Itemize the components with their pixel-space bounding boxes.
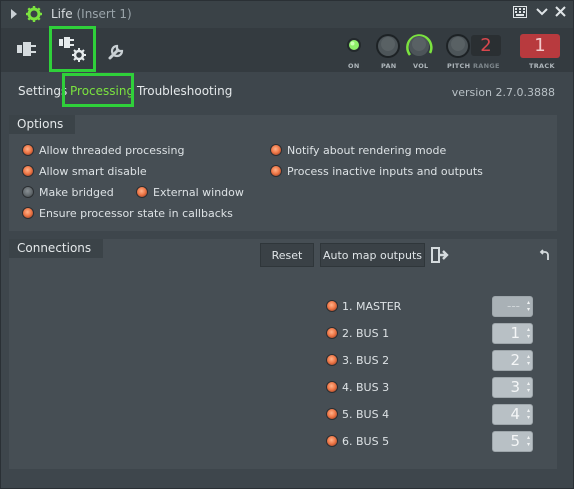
option-smart-disable[interactable]: Allow smart disable: [23, 165, 147, 179]
track-badge[interactable]: 1: [520, 34, 560, 58]
led-icon: [327, 409, 337, 419]
led-icon: [137, 187, 147, 197]
led-icon: [23, 208, 33, 218]
reset-button[interactable]: Reset: [260, 243, 314, 267]
pan-label: PAN: [381, 62, 397, 70]
version-text: version 2.7.0.3888: [451, 86, 555, 99]
keyboard-icon[interactable]: [512, 6, 528, 22]
output-row-master[interactable]: 1. MASTER: [327, 300, 401, 314]
led-icon: [327, 328, 337, 338]
pitch-label: PITCH: [447, 62, 471, 70]
plug-icon[interactable]: [17, 39, 41, 59]
auto-map-outputs-button[interactable]: Auto map outputs: [320, 243, 425, 267]
option-process-inactive[interactable]: Process inactive inputs and outputs: [271, 165, 483, 179]
led-icon: [327, 436, 337, 446]
vol-knob[interactable]: [404, 31, 434, 61]
pitch-knob[interactable]: [445, 33, 471, 59]
output-stepper-bus3[interactable]: 3: [492, 377, 533, 398]
option-notify-render[interactable]: Notify about rendering mode: [271, 144, 446, 158]
range-value[interactable]: 2: [471, 35, 501, 56]
chevron-down-icon[interactable]: [534, 6, 550, 22]
output-row-bus2[interactable]: 3. BUS 2: [327, 354, 389, 368]
led-icon: [327, 301, 337, 311]
output-stepper-bus2[interactable]: 2: [492, 350, 533, 371]
output-stepper-master[interactable]: ---: [492, 296, 533, 317]
tab-troubleshooting[interactable]: Troubleshooting: [137, 84, 232, 98]
option-ensure-state[interactable]: Ensure processor state in callbacks: [23, 207, 233, 221]
led-icon: [327, 382, 337, 392]
gear-icon: [26, 6, 42, 22]
led-icon: [23, 166, 33, 176]
undo-icon[interactable]: [539, 249, 551, 261]
collapse-arrow-icon[interactable]: [11, 9, 17, 19]
options-panel: Options Allow threaded processing Allow …: [9, 115, 557, 231]
connections-title: Connections: [9, 239, 104, 258]
output-row-bus3[interactable]: 4. BUS 3: [327, 381, 389, 395]
led-off-icon: [23, 187, 33, 197]
range-label: RANGE: [473, 62, 500, 70]
processing-tab-highlight: [62, 73, 134, 107]
close-icon[interactable]: [552, 6, 568, 22]
track-label: TRACK: [529, 62, 555, 70]
connections-panel: Connections Reset Auto map outputs: [9, 239, 557, 469]
output-stepper-bus4[interactable]: 4: [492, 404, 533, 425]
vol-label: VOL: [413, 62, 429, 70]
options-title: Options: [9, 115, 76, 134]
on-label: ON: [348, 62, 360, 70]
option-threaded[interactable]: Allow threaded processing: [23, 144, 184, 158]
output-row-bus4[interactable]: 5. BUS 4: [327, 408, 389, 422]
plugin-window: Life (Insert 1) ON PAN VOL 2 PITCH RANGE…: [0, 0, 574, 489]
wrench-icon[interactable]: [107, 39, 129, 61]
output-stepper-bus1[interactable]: 1: [492, 323, 533, 344]
option-bridged[interactable]: Make bridged: [23, 186, 114, 200]
window-title: Life (Insert 1): [51, 7, 132, 21]
output-row-bus1[interactable]: 2. BUS 1: [327, 327, 389, 341]
output-row-bus5[interactable]: 6. BUS 5: [327, 435, 389, 449]
led-icon: [327, 355, 337, 365]
output-arrow-icon[interactable]: [430, 246, 450, 264]
led-icon: [23, 145, 33, 155]
plugin-tab-highlight: [49, 26, 96, 72]
tab-settings[interactable]: Settings: [18, 84, 67, 98]
option-external-window[interactable]: External window: [137, 186, 244, 200]
on-led-icon[interactable]: [346, 37, 362, 53]
led-icon: [271, 145, 281, 155]
output-stepper-bus5[interactable]: 5: [492, 431, 533, 452]
led-icon: [271, 166, 281, 176]
pan-knob[interactable]: [375, 33, 401, 59]
title-bar[interactable]: Life (Insert 1): [1, 1, 573, 29]
